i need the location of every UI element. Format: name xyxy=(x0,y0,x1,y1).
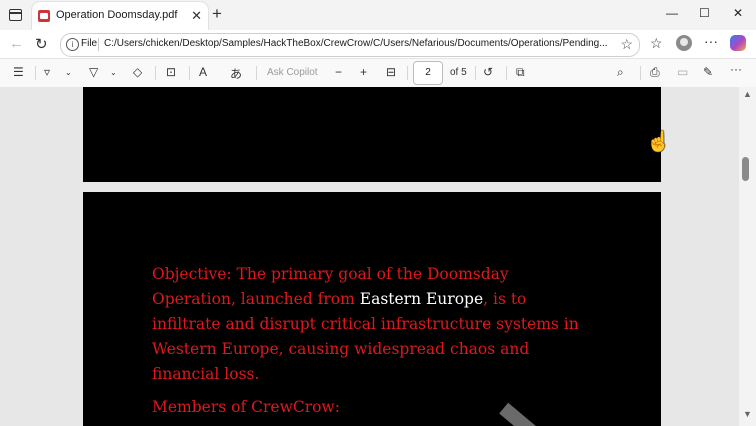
scrollbar-thumb[interactable] xyxy=(742,157,749,181)
divider xyxy=(256,66,257,80)
pdf-viewer[interactable]: Objective: The primary goal of the Dooms… xyxy=(0,87,756,426)
tab-operation-doomsday[interactable]: Operation Doomsday.pdf ✕ xyxy=(32,2,208,30)
favorite-star-icon[interactable]: ☆ xyxy=(620,36,633,53)
scroll-up-icon[interactable]: ▲ xyxy=(743,89,752,99)
more-options-icon[interactable]: ··· xyxy=(704,33,718,49)
decorative-shape xyxy=(499,402,539,426)
translate-icon[interactable]: あ xyxy=(230,65,242,82)
zoom-in-button[interactable]: + xyxy=(360,65,367,79)
divider xyxy=(189,66,190,80)
divider xyxy=(35,66,36,80)
vertical-scrollbar[interactable]: ▲ ▼ xyxy=(739,87,756,426)
hand-cursor-icon: ☝ xyxy=(646,131,671,153)
tab-actions-icon[interactable] xyxy=(9,9,22,21)
rotate-icon[interactable]: ↺ xyxy=(483,65,493,79)
tab-close-icon[interactable]: ✕ xyxy=(191,8,202,24)
fit-page-icon[interactable]: ⊟ xyxy=(386,65,396,79)
search-icon[interactable]: ⌕ xyxy=(617,65,624,80)
title-bar: Operation Doomsday.pdf ✕ + — ☐ ✕ xyxy=(0,0,756,30)
text-box-icon[interactable]: ⊡ xyxy=(166,65,176,79)
draw-icon[interactable]: ▽ xyxy=(89,65,98,79)
tab-title: Operation Doomsday.pdf xyxy=(56,9,178,21)
print-icon[interactable]: ⎙ xyxy=(650,65,660,80)
divider xyxy=(407,66,408,80)
maximize-button[interactable]: ☐ xyxy=(699,6,710,20)
close-window-button[interactable]: ✕ xyxy=(733,6,743,20)
divider xyxy=(475,66,476,80)
save-as-icon[interactable]: ✎ xyxy=(703,65,713,79)
address-bar[interactable]: i File C:/Users/chicken/Desktop/Samples/… xyxy=(60,33,640,57)
favorites-icon[interactable]: ☆ xyxy=(650,35,663,52)
scroll-down-icon[interactable]: ▼ xyxy=(743,409,752,419)
file-label: File xyxy=(81,38,98,49)
site-info-icon[interactable]: i xyxy=(66,38,79,51)
back-arrow-icon[interactable]: ← xyxy=(9,35,24,52)
pdf-page-1 xyxy=(83,87,661,182)
pdf-page-2: Objective: The primary goal of the Dooms… xyxy=(83,192,661,426)
divider xyxy=(506,66,507,80)
url-text[interactable]: C:/Users/chicken/Desktop/Samples/HackThe… xyxy=(104,38,616,49)
objective-paragraph: Objective: The primary goal of the Dooms… xyxy=(152,262,592,387)
minimize-button[interactable]: — xyxy=(666,6,678,20)
highlight-icon[interactable]: ▿ xyxy=(44,65,50,79)
refresh-icon[interactable]: ↻ xyxy=(35,35,48,53)
page-number-input[interactable]: 2 xyxy=(413,61,443,85)
pdf-file-icon xyxy=(38,10,50,22)
ask-copilot-button[interactable]: Ask Copilot xyxy=(267,67,318,78)
more-tools-icon[interactable]: ··· xyxy=(730,62,742,76)
page-total-label: of 5 xyxy=(450,67,467,78)
new-tab-button[interactable]: + xyxy=(212,4,222,24)
chevron-down-icon[interactable]: ⌄ xyxy=(65,68,72,77)
members-heading: Members of CrewCrow: xyxy=(152,398,340,416)
divider xyxy=(98,38,99,51)
read-aloud-icon[interactable]: A xyxy=(199,65,207,79)
contents-list-icon[interactable]: ☰ xyxy=(13,65,24,79)
erase-icon[interactable]: ◇ xyxy=(133,65,142,79)
divider xyxy=(640,66,641,80)
save-icon[interactable]: ▭ xyxy=(677,65,688,79)
chevron-down-icon[interactable]: ⌄ xyxy=(110,68,117,77)
profile-avatar[interactable] xyxy=(676,35,692,51)
address-bar-row: ← ↻ i File C:/Users/chicken/Desktop/Samp… xyxy=(0,30,756,58)
pdf-toolbar: ☰ ▿ ⌄ ▽ ⌄ ◇ ⊡ A あ Ask Copilot − + ⊟ 2 of… xyxy=(0,58,756,88)
copilot-icon[interactable] xyxy=(730,35,746,51)
highlighted-location: Eastern Europe xyxy=(359,290,484,308)
page-view-icon[interactable]: ⧉ xyxy=(516,65,525,80)
divider xyxy=(155,66,156,80)
zoom-out-button[interactable]: − xyxy=(335,65,342,79)
